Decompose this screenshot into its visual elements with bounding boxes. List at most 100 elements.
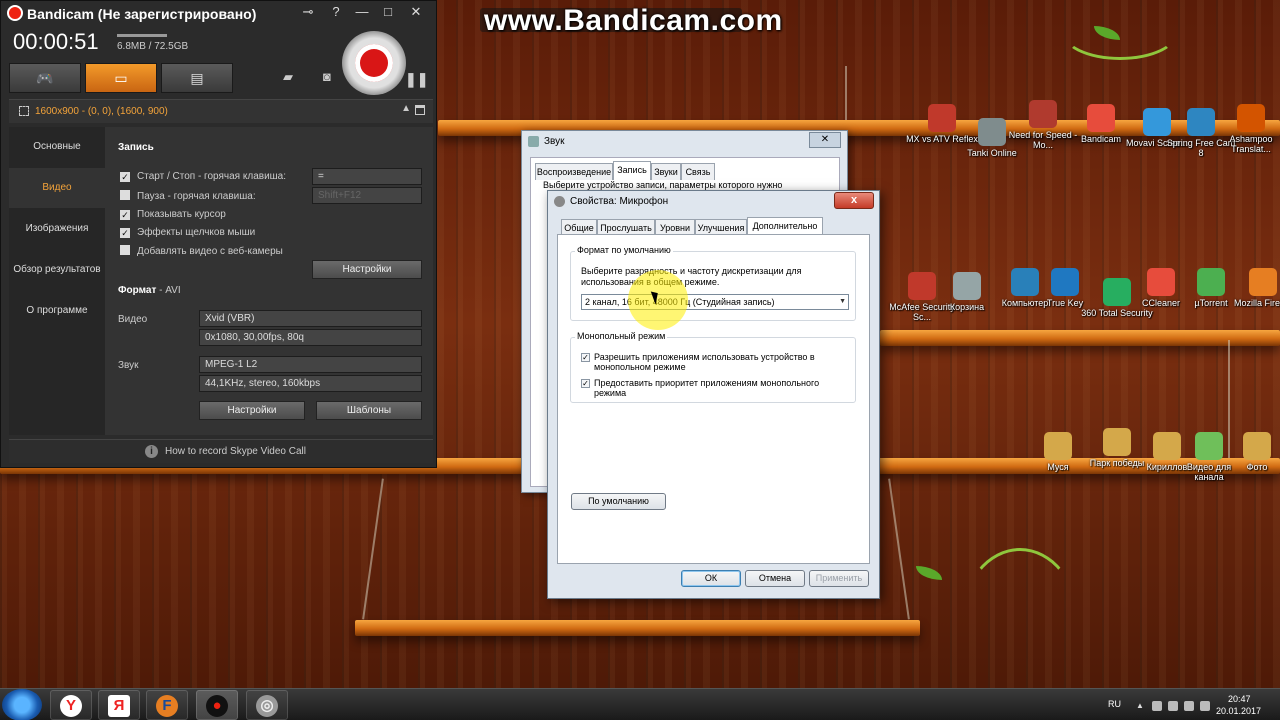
vine-decoration (960, 548, 1080, 698)
sound-close-button[interactable]: ✕ (809, 132, 841, 148)
tab-sounds[interactable]: Звуки (651, 163, 681, 180)
video-label: Видео (118, 314, 148, 325)
cancel-button[interactable]: Отмена (745, 570, 805, 587)
audio-label: Звук (118, 360, 139, 371)
default-format-title: Формат по умолчанию (575, 245, 673, 255)
taskbar-bandicam[interactable]: ● (196, 690, 238, 720)
restore-defaults-button[interactable]: По умолчанию (571, 493, 666, 510)
desktop-shelf (355, 620, 920, 636)
hdmi-mode-tab[interactable]: ▤ (161, 63, 233, 93)
webcam-checkbox[interactable]: Добавлять видео с веб-камеры (120, 245, 283, 257)
microphone-properties-dialog: Свойства: Микрофон x Общие Прослушать Ур… (547, 190, 880, 599)
format-settings-button[interactable]: Настройки (199, 401, 305, 420)
sidebar-item-images[interactable]: Изображения (9, 209, 105, 249)
bandicam-window: Bandicam (Не зарегистрировано) ⊸ ? — □ ✕… (0, 0, 437, 468)
camera-icon[interactable]: ◙ (323, 69, 331, 84)
yandex-icon: Я (108, 695, 130, 717)
checkbox-box (120, 245, 130, 255)
clock-date[interactable]: 20.01.2017 (1216, 706, 1261, 716)
taskbar-firefox[interactable]: F (146, 690, 188, 720)
desktop-icon[interactable]: Фото (1220, 432, 1280, 472)
network-icon[interactable] (1152, 701, 1162, 711)
region-text[interactable]: 1600x900 - (0, 0), (1600, 900) (35, 106, 168, 117)
footer-link[interactable]: How to record Skype Video Call (165, 446, 306, 457)
allow-exclusive-checkbox[interactable]: ✓ Разрешить приложениям использовать устр… (581, 352, 831, 372)
bandicam-watermark: www.Bandicam.com (484, 4, 783, 37)
close-button[interactable]: ✕ (405, 3, 427, 21)
audio-params-field: 44,1KHz, stereo, 160kbps (199, 375, 422, 392)
screen-mode-tab[interactable]: ▭ (85, 63, 157, 93)
video-codec-field[interactable]: Xvid (VBR) (199, 310, 422, 327)
folder-icon[interactable]: ▰ (283, 69, 293, 85)
region-icon (19, 106, 29, 116)
pin-icon[interactable]: ⊸ (297, 3, 319, 21)
clock-time[interactable]: 20:47 (1228, 694, 1251, 704)
bandicam-video-panel: Запись ✓ Старт / Стоп - горячая клавиша: … (105, 127, 433, 435)
checkbox-box (120, 190, 130, 200)
taskbar-media[interactable]: ◎ (246, 690, 288, 720)
exclusive-mode-title: Монопольный режим (575, 331, 668, 341)
app-icon (1197, 268, 1225, 296)
bandicam-logo-icon (7, 5, 23, 21)
app-icon (1029, 100, 1057, 128)
start-stop-hotkey-field[interactable]: = (312, 168, 422, 185)
microphone-icon (554, 196, 565, 207)
volume-icon[interactable] (1200, 701, 1210, 711)
minimize-button[interactable]: — (351, 3, 373, 21)
size-bar (117, 34, 167, 37)
game-mode-tab[interactable]: 🎮 (9, 63, 81, 93)
shelf-rope (888, 478, 910, 620)
exclusive-mode-group: Монопольный режим ✓ Разрешить приложениям… (570, 331, 856, 403)
checkbox-box: ✓ (581, 353, 590, 362)
maximize-button[interactable]: □ (377, 3, 399, 21)
shelf-rope (845, 66, 847, 120)
desktop-icon[interactable]: Mozilla Firefox (1226, 268, 1280, 308)
audio-codec-field[interactable]: MPEG-1 L2 (199, 356, 422, 373)
click-effects-checkbox[interactable]: ✓ Эффекты щелчков мыши (120, 227, 255, 238)
checkbox-box: ✓ (120, 172, 130, 182)
window-icon[interactable] (415, 105, 425, 115)
record-section-title: Запись (118, 142, 154, 153)
region-bar: 1600x900 - (0, 0), (1600, 900) ▲ (9, 99, 433, 123)
language-indicator[interactable]: RU (1108, 699, 1121, 709)
signal-icon[interactable] (1184, 701, 1194, 711)
sidebar-item-about[interactable]: О программе (9, 291, 105, 331)
format-title: Формат - AVI (118, 285, 181, 296)
sidebar-item-output[interactable]: Обзор результатов (9, 250, 105, 290)
bandicam-sidebar: Основные Видео Изображения Обзор результ… (9, 127, 105, 435)
recording-size: 6.8MB / 72.5GB (117, 41, 189, 52)
sample-format-dropdown[interactable]: 2 канал, 16 бит, 48000 Гц (Студийная зап… (581, 294, 849, 310)
show-cursor-checkbox[interactable]: ✓ Показывать курсор (120, 209, 226, 220)
recording-timer: 00:00:51 (13, 29, 99, 54)
app-icon (1147, 268, 1175, 296)
sidebar-item-general[interactable]: Основные (9, 127, 105, 167)
tab-playback[interactable]: Воспроизведение (535, 163, 613, 180)
desktop-shelf (880, 330, 1280, 346)
sound-dialog-title: Звук (544, 136, 565, 147)
tray-arrow-icon[interactable]: ▲ (1136, 701, 1146, 711)
taskbar-yandex-browser[interactable]: Y (50, 690, 92, 720)
tab-communications[interactable]: Связь (681, 163, 715, 180)
flag-icon[interactable] (1168, 701, 1178, 711)
taskbar-yandex[interactable]: Я (98, 690, 140, 720)
checkbox-box: ✓ (581, 379, 590, 388)
sidebar-item-video[interactable]: Видео (9, 168, 105, 208)
desktop-icon-label: Ashampoo Translat... (1229, 134, 1273, 154)
start-button[interactable] (2, 689, 42, 720)
pause-hotkey-field[interactable]: Shift+F12 (312, 187, 422, 204)
start-stop-hotkey-checkbox[interactable]: ✓ Старт / Стоп - горячая клавиша: (120, 171, 286, 182)
templates-button[interactable]: Шаблоны (316, 401, 422, 420)
pause-hotkey-checkbox[interactable]: Пауза - горячая клавиша: (120, 190, 256, 202)
ok-button[interactable]: ОК (681, 570, 741, 587)
collapse-icon[interactable]: ▲ (401, 103, 411, 114)
mic-dialog-body: Формат по умолчанию Выберите разрядность… (557, 234, 870, 564)
help-icon[interactable]: ? (325, 3, 347, 21)
firefox-icon: F (156, 695, 178, 717)
record-settings-button[interactable]: Настройки (312, 260, 422, 279)
exclusive-priority-checkbox[interactable]: ✓ Предоставить приоритет приложениям моно… (581, 378, 831, 398)
apply-button[interactable]: Применить (809, 570, 869, 587)
disc-icon: ◎ (256, 695, 278, 717)
mic-close-button[interactable]: x (834, 192, 874, 209)
desktop-icon[interactable]: Ashampoo Translat... (1214, 104, 1280, 154)
tab-recording[interactable]: Запись (613, 161, 651, 180)
